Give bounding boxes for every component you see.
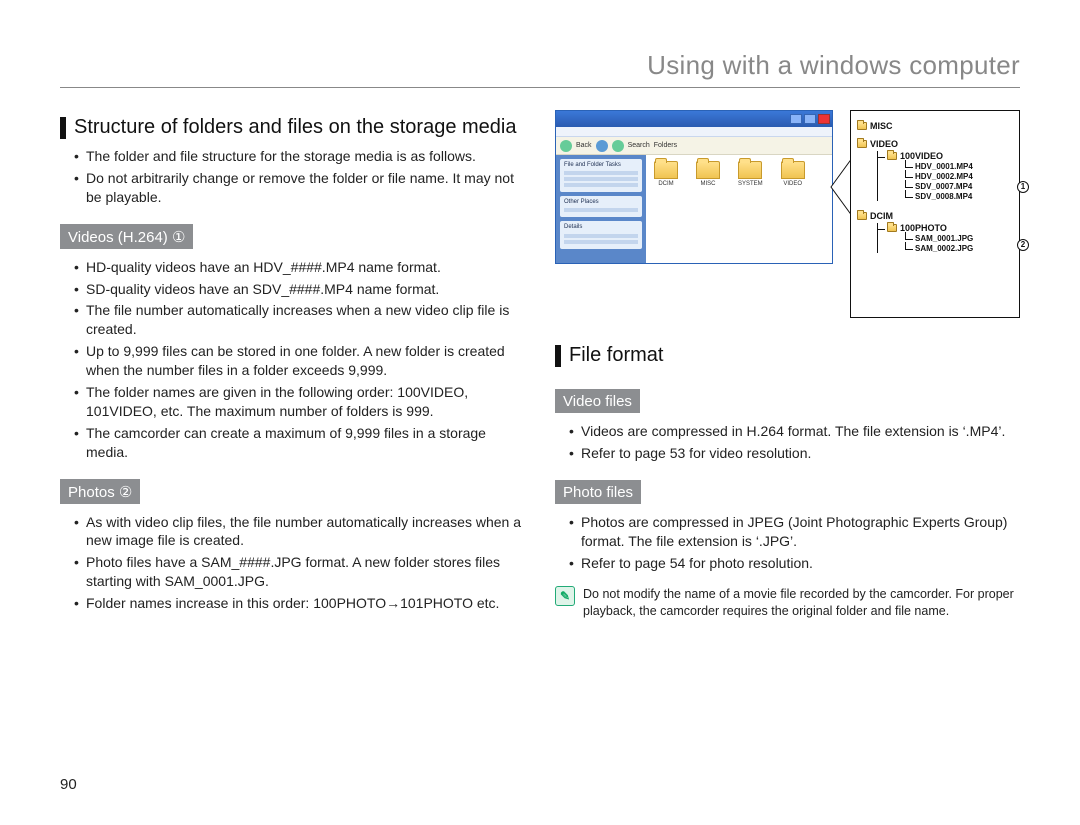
folder-icon [857,140,867,148]
toolbar-search-label: Search [628,142,650,149]
tasks-panel: File and Folder Tasks [560,159,642,192]
folder-icon: DCIM [654,161,678,257]
folder-icon: SYSTEM [738,161,763,257]
note-icon: ✎ [555,586,575,606]
folder-icon: VIDEO [781,161,805,257]
header-bar-icon [555,345,561,367]
forward-icon [596,140,608,152]
subheader-video-files: Video files [555,389,640,413]
tree-file: SDV_0007.MP4 [915,182,1013,191]
right-column: Back Search Folders File and Folder Task… [555,110,1020,620]
maximize-icon [804,114,816,124]
left-column: Structure of folders and files on the st… [60,110,525,620]
close-icon [818,114,830,124]
list-item: Up to 9,999 files can be stored in one f… [74,342,525,380]
annotation-mark-2: 2 [1017,239,1029,251]
explorer-folder-view: DCIM MISC SYSTEM VIDEO [646,155,832,263]
list-item: The camcorder can create a maximum of 9,… [74,424,525,462]
toolbar-back-label: Back [576,142,592,149]
folder-icon [887,224,897,232]
folder-structure-illustration: Back Search Folders File and Folder Task… [555,110,1020,330]
list-item: The folder names are given in the follow… [74,383,525,421]
two-column-layout: Structure of folders and files on the st… [60,110,1020,620]
note-box: ✎ Do not modify the name of a movie file… [555,586,1020,620]
list-item: HD-quality videos have an HDV_####.MP4 n… [74,258,525,277]
back-icon [560,140,572,152]
tree-file: SDV_0008.MP4 [915,192,1013,201]
section-title-text: File format [569,344,663,367]
minimize-icon [790,114,802,124]
subheader-photo-files: Photo files [555,480,641,504]
explorer-menubar [556,127,832,137]
explorer-side-panel: File and Folder Tasks Other Places Detai… [556,155,646,263]
folder-icon [887,152,897,160]
list-item: As with video clip files, the file numbe… [74,513,525,551]
folder-icon [857,122,867,130]
explorer-window: Back Search Folders File and Folder Task… [555,110,833,264]
tree-node-100video: 100VIDEO HDV_0001.MP4 HDV_0002.MP4 SDV_0… [871,151,1013,201]
tree-node-dcim: DCIM 100PHOTO SAM_0001.JPG SAM_0002.JPG … [857,211,1013,253]
annotation-mark-1: 1 [1017,181,1029,193]
section-header-structure: Structure of folders and files on the st… [60,116,525,139]
list-item: Folder names increase in this order: 100… [74,594,525,613]
list-item: Do not arbitrarily change or remove the … [74,169,525,207]
section-header-file-format: File format [555,344,1020,367]
tree-node-video: VIDEO 100VIDEO HDV_0001.MP4 HDV_0002.MP4… [857,139,1013,201]
explorer-toolbar: Back Search Folders [556,137,832,155]
list-item: Photos are compressed in JPEG (Joint Pho… [569,513,1020,551]
note-text: Do not modify the name of a movie file r… [583,586,1020,620]
explorer-body: File and Folder Tasks Other Places Detai… [556,155,832,263]
subheader-photos: Photos ② [60,479,140,504]
intro-list: The folder and file structure for the st… [60,147,525,207]
divider [60,87,1020,88]
folder-tree-diagram: MISC VIDEO 100VIDEO HDV_0001.MP4 HDV_000… [850,110,1020,318]
subheader-videos: Videos (H.264) ① [60,224,193,249]
list-item: SD-quality videos have an SDV_####.MP4 n… [74,280,525,299]
up-icon [612,140,624,152]
tree-node-misc: MISC [857,121,1013,131]
list-item: Refer to page 54 for photo resolution. [569,554,1020,573]
tree-file: HDV_0001.MP4 [915,162,1013,171]
list-item: Videos are compressed in H.264 format. T… [569,422,1020,441]
video-files-list: Videos are compressed in H.264 format. T… [555,422,1020,463]
folder-icon [857,212,867,220]
tree-file: HDV_0002.MP4 [915,172,1013,181]
photo-files-list: Photos are compressed in JPEG (Joint Pho… [555,513,1020,573]
explorer-titlebar [556,111,832,127]
section-title-text: Structure of folders and files on the st… [74,116,516,139]
list-item: Photo files have a SAM_####.JPG format. … [74,553,525,591]
folder-icon: MISC [696,161,720,257]
list-item: The file number automatically increases … [74,301,525,339]
toolbar-folders-label: Folders [654,142,677,149]
tree-node-100photo: 100PHOTO SAM_0001.JPG SAM_0002.JPG [871,223,1013,253]
list-item: Refer to page 53 for video resolution. [569,444,1020,463]
page-number: 90 [60,776,77,793]
details-panel: Details [560,221,642,248]
manual-page: Using with a windows computer Structure … [0,0,1080,825]
tree-file: SAM_0001.JPG [915,234,1013,243]
photos-list: As with video clip files, the file numbe… [60,513,525,613]
list-item: The folder and file structure for the st… [74,147,525,166]
videos-list: HD-quality videos have an HDV_####.MP4 n… [60,258,525,462]
tree-file: SAM_0002.JPG [915,244,1013,253]
header-bar-icon [60,117,66,139]
other-places-panel: Other Places [560,196,642,217]
chapter-title: Using with a windows computer [60,50,1020,81]
